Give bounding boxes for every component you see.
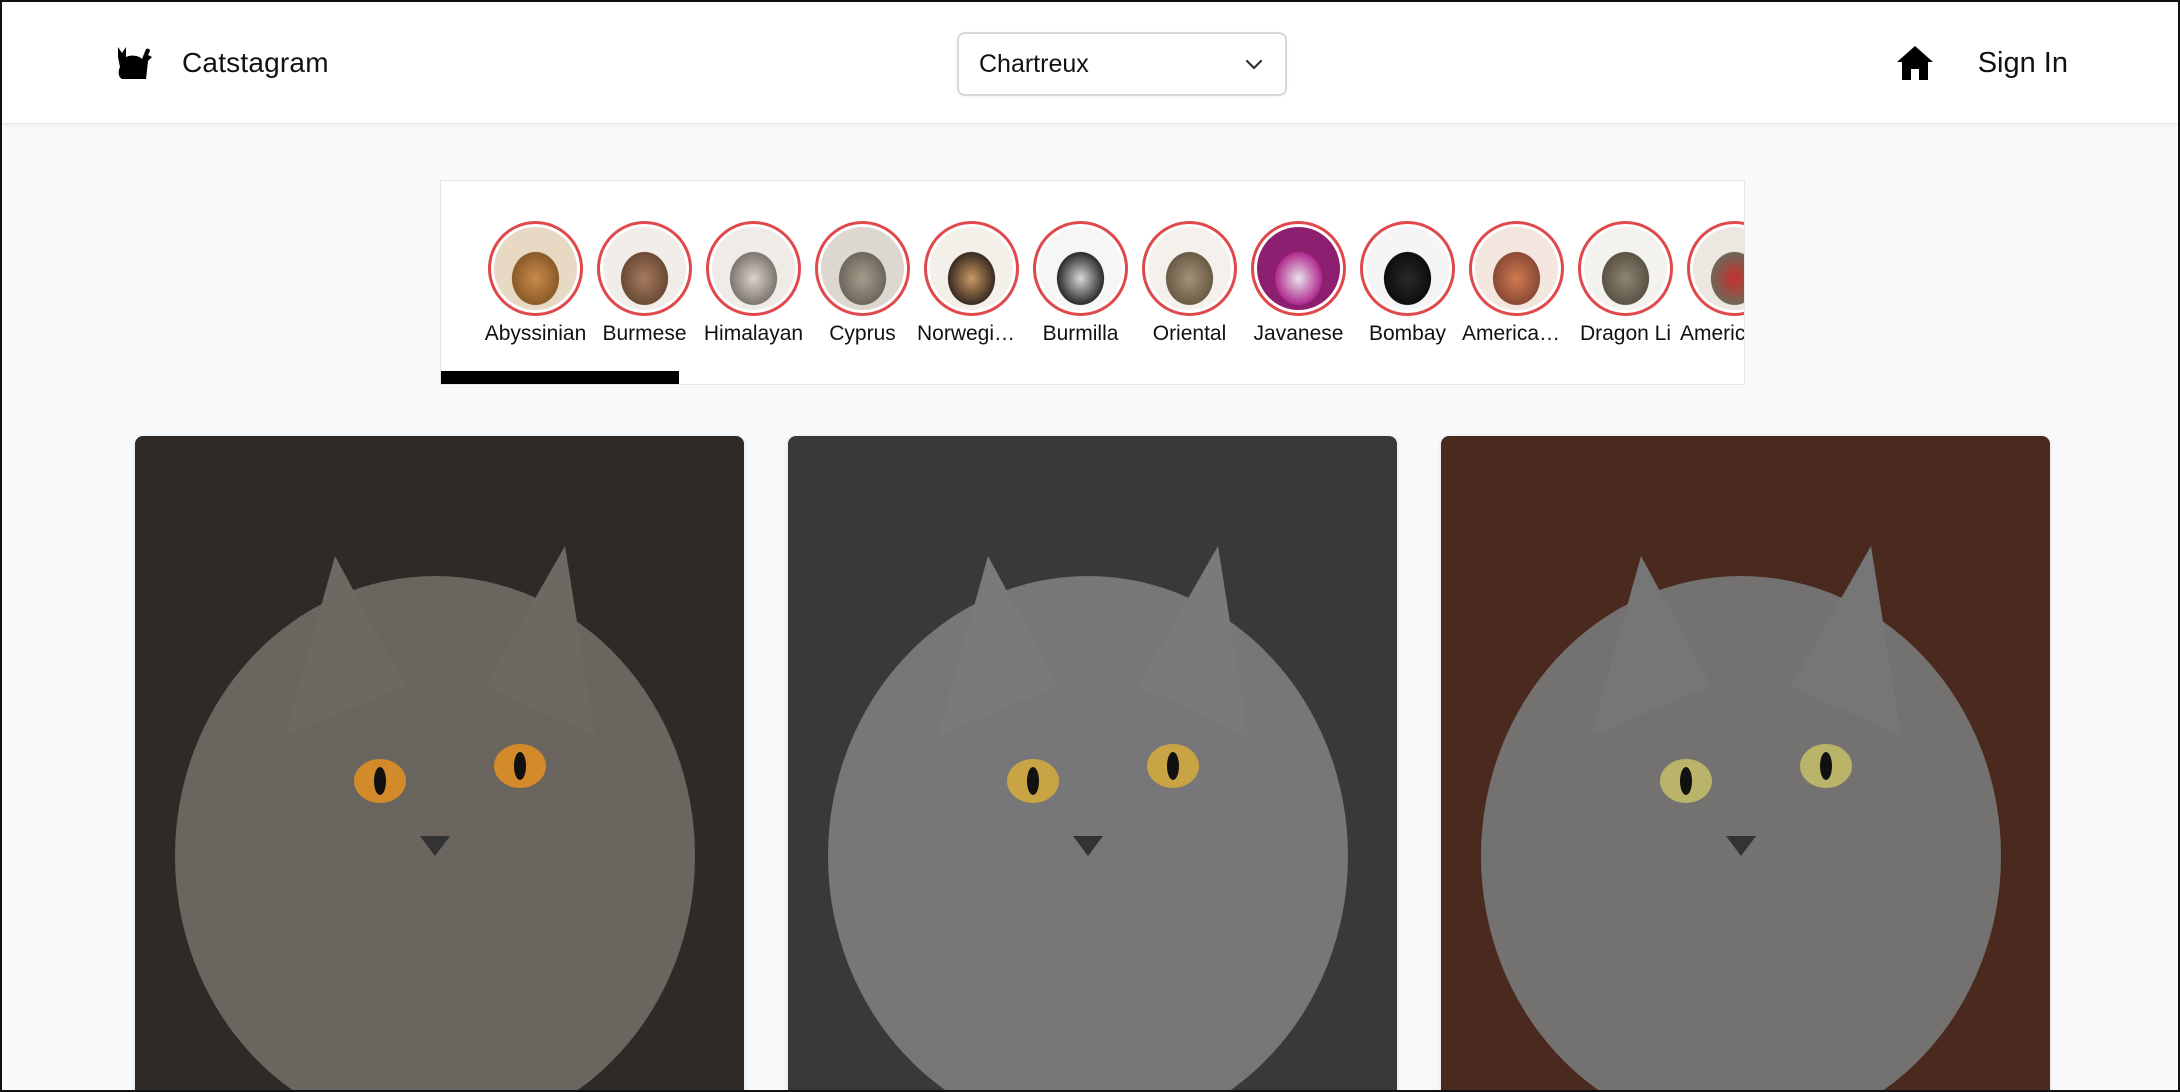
breed-story-item[interactable]: Abyssinian	[481, 221, 590, 346]
breed-avatar	[488, 221, 583, 316]
chevron-down-icon	[1245, 59, 1263, 70]
breed-list: Abyssinian Burmese Himalayan Cyprus Norwegia…	[481, 221, 1745, 346]
strip-scrollbar-thumb[interactable]	[441, 371, 679, 384]
breed-avatar-image	[603, 227, 686, 310]
breed-story-item[interactable]: Burmese	[590, 221, 699, 346]
breed-avatar-image	[821, 227, 904, 310]
app-window: Catstagram Chartreux Sign In Abyssinian B…	[0, 0, 2180, 1092]
breed-avatar-image	[1366, 227, 1449, 310]
breed-avatar	[1142, 221, 1237, 316]
breed-avatar-image	[1257, 227, 1340, 310]
cat-silhouette-icon	[118, 47, 152, 79]
breed-story-item[interactable]: American Bobtail	[1462, 221, 1571, 346]
breed-avatar-image	[712, 227, 795, 310]
photo-card[interactable]	[788, 436, 1397, 1090]
breed-avatar-image	[930, 227, 1013, 310]
breed-avatar-image	[1584, 227, 1667, 310]
home-icon[interactable]	[1894, 42, 1936, 84]
breed-story-item[interactable]: Norwegian Forest	[917, 221, 1026, 346]
breed-story-item[interactable]: Oriental	[1135, 221, 1244, 346]
brand-name: Catstagram	[182, 47, 329, 78]
breed-avatar-image	[1148, 227, 1231, 310]
breed-story-item[interactable]: Javanese	[1244, 221, 1353, 346]
breed-label: Burmese	[602, 322, 687, 345]
breed-avatar	[815, 221, 910, 316]
breed-label: Norwegian Forest	[917, 322, 1026, 345]
breed-avatar	[1469, 221, 1564, 316]
sign-in-link[interactable]: Sign In	[1978, 47, 2068, 80]
breed-label: Abyssinian	[484, 322, 587, 345]
breed-avatar-image	[494, 227, 577, 310]
chartreux-photo-2	[788, 436, 1397, 1090]
breed-avatar-image	[1475, 227, 1558, 310]
header-nav: Sign In	[1894, 38, 2068, 88]
breed-avatar-image	[1039, 227, 1122, 310]
breed-label: Dragon Li	[1579, 322, 1672, 345]
breed-label: Burmilla	[1042, 322, 1119, 345]
photo-card[interactable]	[1441, 436, 2050, 1090]
breed-avatar-image	[1693, 227, 1744, 310]
breed-avatar	[1578, 221, 1673, 316]
breed-story-item[interactable]: Dragon Li	[1571, 221, 1680, 346]
strip-scrollbar[interactable]	[441, 371, 1744, 384]
breed-label: Oriental	[1152, 322, 1227, 345]
breed-avatar	[597, 221, 692, 316]
breed-story-item[interactable]: Burmilla	[1026, 221, 1135, 346]
chartreux-photo-1	[135, 436, 744, 1090]
breed-avatar	[1033, 221, 1128, 316]
breed-avatar	[1360, 221, 1455, 316]
breed-label: Himalayan	[703, 322, 804, 345]
photo-grid	[135, 436, 2050, 1090]
breed-label: American Curl	[1680, 322, 1745, 345]
chartreux-photo-3	[1441, 436, 2050, 1090]
top-navbar: Catstagram Chartreux Sign In	[2, 2, 2178, 124]
breed-avatar	[1251, 221, 1346, 316]
brand-link[interactable]: Catstagram	[112, 40, 329, 86]
breed-avatar	[1687, 221, 1744, 316]
breed-avatar	[924, 221, 1019, 316]
breed-story-item[interactable]: Bombay	[1353, 221, 1462, 346]
breed-label: Bombay	[1368, 322, 1447, 345]
breed-label: Cyprus	[829, 322, 896, 345]
breed-story-item[interactable]: Himalayan	[699, 221, 808, 346]
breed-select-value: Chartreux	[979, 49, 1089, 78]
breed-select[interactable]: Chartreux	[957, 32, 1287, 96]
breed-avatar	[706, 221, 801, 316]
photo-card[interactable]	[135, 436, 744, 1090]
breed-story-item[interactable]: American Curl	[1680, 221, 1745, 346]
breed-stories-strip[interactable]: Abyssinian Burmese Himalayan Cyprus Norwegia…	[440, 180, 1745, 385]
breed-label: Javanese	[1253, 322, 1344, 345]
breed-story-item[interactable]: Cyprus	[808, 221, 917, 346]
breed-label: American Bobtail	[1462, 322, 1571, 345]
